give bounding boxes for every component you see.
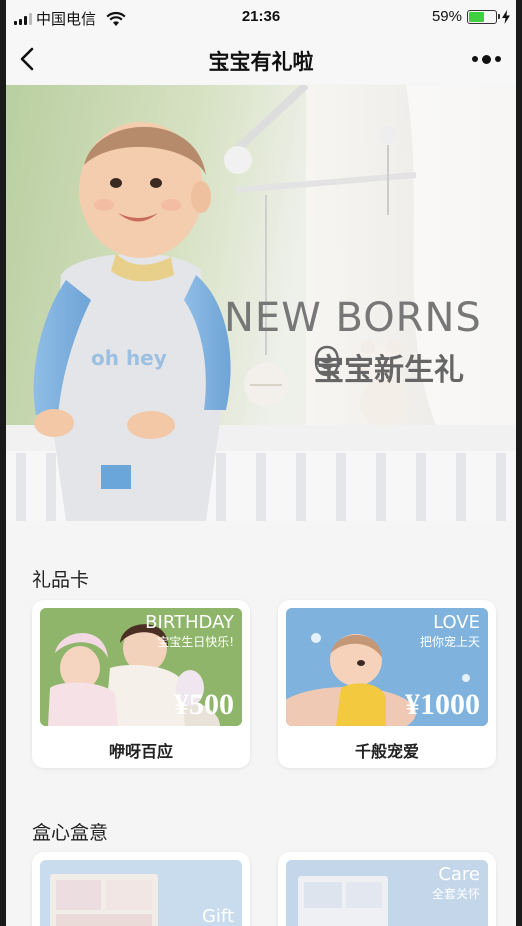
card-tag-text: BIRTHDAY: [145, 612, 234, 633]
status-right: 59%: [432, 8, 510, 25]
battery-icon: [467, 9, 500, 24]
battery-fill: [469, 11, 485, 22]
svg-text:oh hey: oh hey: [91, 346, 167, 370]
card-tag-subtext: 全套关怀: [431, 887, 480, 901]
card-price: ¥1000: [405, 688, 480, 721]
card-tag-subtext: 宝宝生日快乐!: [157, 635, 234, 649]
gift-card-1000[interactable]: LOVE 把你宠上天 ¥1000 千般宠爱: [278, 600, 496, 768]
section-title-gift-boxes: 盒心盒意: [32, 823, 109, 844]
card-tag-subtext: 把你宠上天: [419, 635, 480, 649]
newborn-banner[interactable]: oh hey NEW BORNS 宝宝新生礼: [6, 85, 516, 521]
gift-box-image: Gift: [40, 860, 242, 926]
card-tag: Gift: [201, 906, 234, 926]
gift-box-card[interactable]: Gift: [32, 852, 250, 926]
card-tag-text: LOVE: [433, 612, 480, 633]
card-price: ¥500: [174, 688, 234, 721]
charging-bolt-icon: [502, 9, 510, 24]
card-tag: LOVE 把你宠上天: [420, 612, 480, 650]
gift-card-500[interactable]: BIRTHDAY 宝宝生日快乐! ¥500 咿呀百应: [32, 600, 250, 768]
card-label: 千般宠爱: [354, 744, 419, 761]
gift-box-image: Care 全套关怀: [286, 860, 488, 926]
more-dot-icon: [471, 56, 478, 62]
card-label: 咿呀百应: [108, 744, 173, 761]
more-options-button[interactable]: [466, 46, 506, 72]
card-tag-text: Care: [438, 864, 480, 885]
page-title: 宝宝有礼啦: [208, 51, 314, 74]
care-box-card[interactable]: Care 全套关怀: [278, 852, 496, 926]
section-title-gift-cards: 礼品卡: [32, 570, 90, 591]
navigation-bar: 宝宝有礼啦: [6, 34, 516, 84]
more-dot-icon: [494, 56, 501, 62]
battery-percent: 59%: [431, 8, 462, 25]
phone-screen: 中国电信 21:36 59% 宝宝有礼啦 oh hey NEW BORNS 宝宝…: [6, 0, 516, 926]
more-dot-icon: [481, 54, 491, 64]
card-tag: Care 全套关怀: [432, 864, 480, 902]
gift-card-image: BIRTHDAY 宝宝生日快乐! ¥500: [40, 608, 242, 726]
status-bar: 中国电信 21:36 59%: [6, 0, 516, 34]
banner-headline: NEW BORNS: [224, 295, 482, 341]
banner-subtitle: 宝宝新生礼: [314, 345, 464, 389]
baby-logo-icon: [314, 345, 340, 377]
card-tag: BIRTHDAY 宝宝生日快乐!: [145, 612, 234, 650]
gift-card-image: LOVE 把你宠上天 ¥1000: [286, 608, 488, 726]
